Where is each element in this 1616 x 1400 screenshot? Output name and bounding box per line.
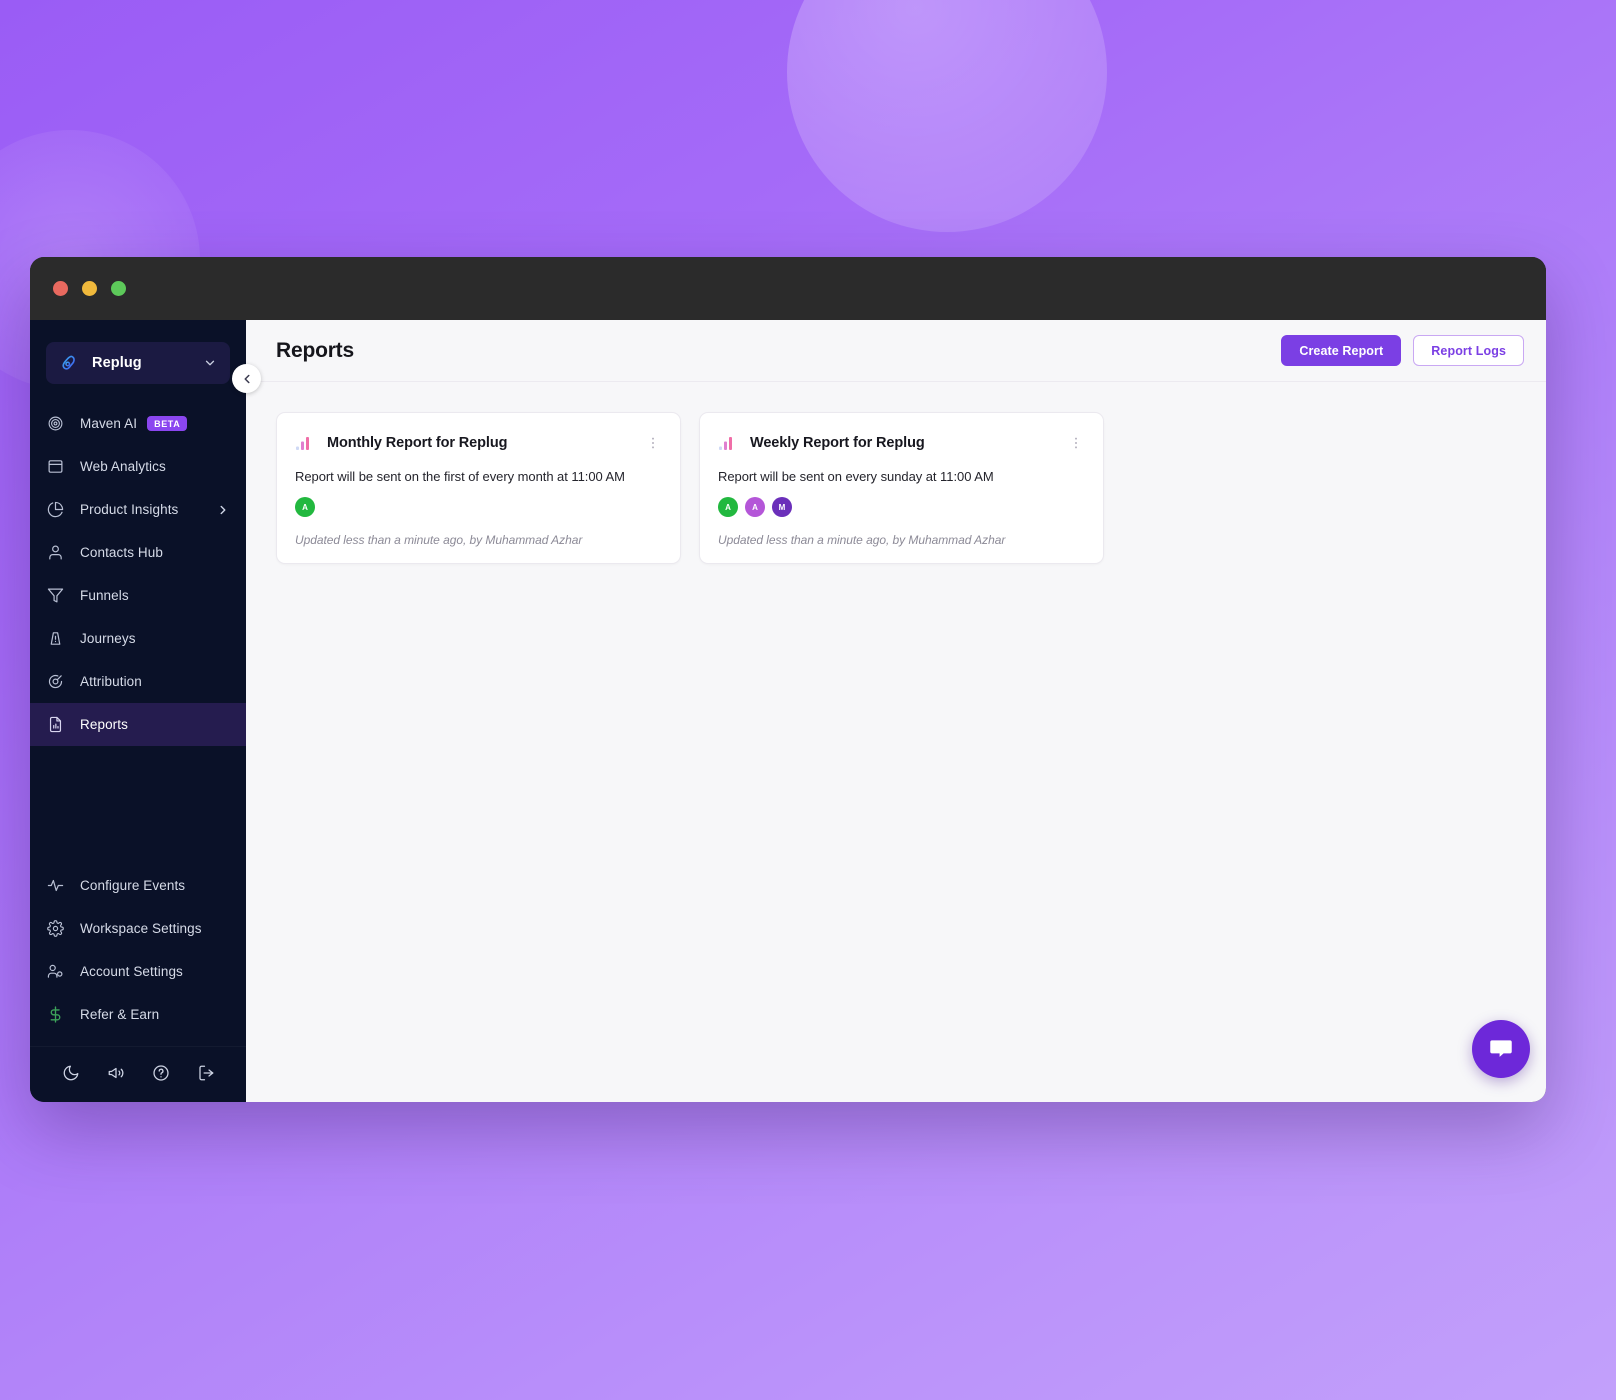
sidebar-item-label: Account Settings: [80, 964, 183, 979]
report-card-description: Report will be sent on every sunday at 1…: [718, 469, 994, 484]
report-card-avatars: A: [295, 497, 662, 517]
chevron-left-icon: [243, 374, 250, 383]
sidebar-item-label: Configure Events: [80, 878, 186, 893]
bar-chart-icon: [718, 434, 736, 452]
workspace-switcher[interactable]: Replug: [46, 342, 230, 384]
report-card-header: Monthly Report for Replug: [295, 433, 662, 453]
report-card-title: Weekly Report for Replug: [750, 435, 925, 451]
sidebar-item-funnels[interactable]: Funnels: [30, 574, 246, 617]
report-card-description: Report will be sent on the first of ever…: [295, 469, 625, 484]
pie-chart-icon: [46, 500, 65, 519]
sidebar-item-contacts-hub[interactable]: Contacts Hub: [30, 531, 246, 574]
minimize-window-button[interactable]: [82, 281, 97, 296]
report-document-icon: [46, 715, 65, 734]
avatar[interactable]: A: [745, 497, 765, 517]
sidebar-item-label: Product Insights: [80, 502, 179, 517]
sidebar: Replug Maven AI BETA Web Analytics Produ…: [30, 320, 261, 1102]
sidebar-item-product-insights[interactable]: Product Insights: [30, 488, 246, 531]
funnel-icon: [46, 586, 65, 605]
main-content: Reports Create Report Report Logs Monthl…: [246, 320, 1546, 1102]
user-icon: [46, 543, 65, 562]
avatar[interactable]: A: [718, 497, 738, 517]
replug-logo-icon: [59, 352, 81, 374]
sidebar-item-label: Web Analytics: [80, 459, 166, 474]
help-circle-icon[interactable]: [146, 1058, 176, 1088]
sidebar-item-web-analytics[interactable]: Web Analytics: [30, 445, 246, 488]
sidebar-item-label: Funnels: [80, 588, 129, 603]
attribution-target-icon: [46, 672, 65, 691]
report-card-footer: Updated less than a minute ago, by Muham…: [295, 533, 583, 547]
report-card-header: Weekly Report for Replug: [718, 433, 1085, 453]
report-card-avatars: A A M: [718, 497, 1085, 517]
journey-icon: [46, 629, 65, 648]
sidebar-item-reports[interactable]: Reports: [30, 703, 246, 746]
logout-icon[interactable]: [191, 1058, 221, 1088]
sidebar-item-label: Attribution: [80, 674, 142, 689]
more-vertical-icon[interactable]: [644, 433, 662, 453]
sidebar-primary-nav: Maven AI BETA Web Analytics Product Insi…: [30, 402, 246, 746]
sidebar-item-label: Journeys: [80, 631, 136, 646]
header-actions: Create Report Report Logs: [1281, 335, 1524, 366]
moon-icon[interactable]: [56, 1058, 86, 1088]
dollar-icon: [46, 1005, 65, 1024]
page-header: Reports Create Report Report Logs: [246, 320, 1546, 382]
sidebar-collapse-button[interactable]: [232, 364, 261, 393]
bar-chart-icon: [295, 434, 313, 452]
sidebar-item-label: Contacts Hub: [80, 545, 163, 560]
sidebar-item-maven-ai[interactable]: Maven AI BETA: [30, 402, 246, 445]
workspace-name: Replug: [92, 355, 142, 371]
sidebar-item-label: Workspace Settings: [80, 921, 202, 936]
maximize-window-button[interactable]: [111, 281, 126, 296]
report-card-title: Monthly Report for Replug: [327, 435, 508, 451]
sidebar-item-refer-and-earn[interactable]: Refer & Earn: [30, 993, 246, 1036]
report-card-footer: Updated less than a minute ago, by Muham…: [718, 533, 1006, 547]
maven-ai-icon: [46, 414, 65, 433]
more-vertical-icon[interactable]: [1067, 433, 1085, 453]
sidebar-item-account-settings[interactable]: Account Settings: [30, 950, 246, 993]
sidebar-item-label: Refer & Earn: [80, 1007, 160, 1022]
avatar[interactable]: A: [295, 497, 315, 517]
chat-widget-button[interactable]: [1472, 1020, 1530, 1078]
browser-window-icon: [46, 457, 65, 476]
chevron-down-icon: [203, 356, 217, 370]
sidebar-item-journeys[interactable]: Journeys: [30, 617, 246, 660]
report-card[interactable]: Weekly Report for Replug Report will be …: [699, 412, 1104, 564]
sidebar-secondary-nav: Configure Events Workspace Settings Acco…: [30, 864, 246, 1046]
megaphone-icon[interactable]: [101, 1058, 131, 1088]
sidebar-item-workspace-settings[interactable]: Workspace Settings: [30, 907, 246, 950]
chevron-right-icon: [216, 503, 230, 517]
page-title: Reports: [276, 338, 354, 362]
gear-icon: [46, 919, 65, 938]
decorative-circle-top: [787, 0, 1107, 232]
create-report-button[interactable]: Create Report: [1281, 335, 1402, 366]
close-window-button[interactable]: [53, 281, 68, 296]
window-titlebar: [30, 257, 1546, 320]
app-window: Replug Maven AI BETA Web Analytics Produ…: [30, 257, 1546, 1102]
report-card[interactable]: Monthly Report for Replug Report will be…: [276, 412, 681, 564]
user-settings-icon: [46, 962, 65, 981]
sidebar-item-label: Reports: [80, 717, 128, 732]
sidebar-item-configure-events[interactable]: Configure Events: [30, 864, 246, 907]
sidebar-bottom-icon-bar: [30, 1046, 246, 1102]
sidebar-item-label: Maven AI: [80, 416, 138, 431]
desktop-background: Replug Maven AI BETA Web Analytics Produ…: [0, 0, 1616, 1400]
reports-content-area: Monthly Report for Replug Report will be…: [246, 382, 1546, 1102]
avatar[interactable]: M: [772, 497, 792, 517]
sidebar-item-attribution[interactable]: Attribution: [30, 660, 246, 703]
chat-bubble-icon: [1490, 1040, 1512, 1057]
report-logs-button[interactable]: Report Logs: [1413, 335, 1524, 366]
beta-badge: BETA: [147, 416, 188, 431]
activity-pulse-icon: [46, 876, 65, 895]
reports-card-grid: Monthly Report for Replug Report will be…: [276, 412, 1516, 564]
